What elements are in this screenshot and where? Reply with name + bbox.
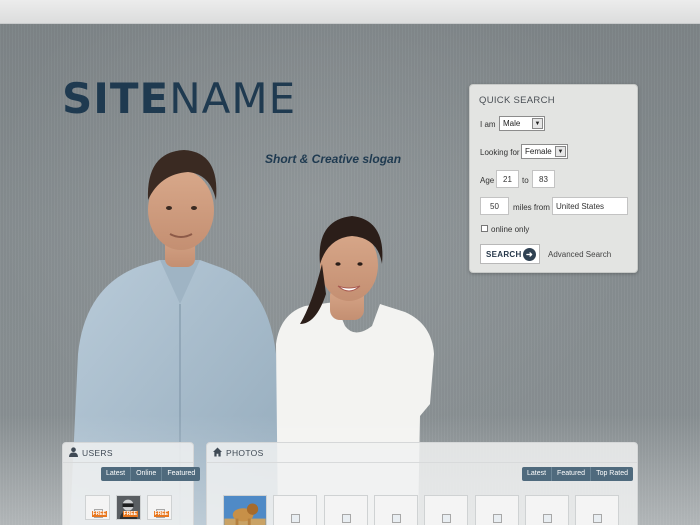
users-panel-header: USERS	[63, 443, 193, 463]
i-am-label: I am	[480, 120, 496, 129]
broken-image-icon	[442, 513, 451, 523]
photo-thumbnail[interactable]	[223, 495, 267, 525]
photos-panel: PHOTOS Latest Featured Top Rated	[206, 442, 638, 525]
broken-image-icon	[342, 513, 351, 523]
users-tab-online[interactable]: Online	[131, 467, 163, 481]
location-input[interactable]: United States	[552, 197, 628, 215]
age-from-input[interactable]: 21	[496, 170, 519, 188]
age-to-input[interactable]: 83	[532, 170, 555, 188]
broken-image-icon	[392, 513, 401, 523]
photos-panel-title: PHOTOS	[226, 448, 264, 458]
broken-image-icon	[593, 513, 602, 523]
quick-search-panel: QUICK SEARCH I am Male ▼ Looking for Fem…	[469, 84, 638, 273]
users-panel-title: USERS	[82, 448, 113, 458]
i-am-select[interactable]: Male ▼	[499, 116, 545, 131]
photo-thumbnail[interactable]	[324, 495, 368, 525]
dropdown-arrow-icon: ▼	[532, 118, 543, 129]
users-tab-featured[interactable]: Featured	[162, 467, 201, 481]
user-thumbnail[interactable]: FREE	[85, 495, 110, 520]
looking-for-label: Looking for	[480, 148, 520, 157]
photos-tabs: Latest Featured Top Rated	[521, 467, 633, 481]
user-icon	[69, 447, 78, 457]
photo-thumbnail[interactable]	[525, 495, 569, 525]
arrow-right-icon: ➜	[523, 248, 536, 261]
site-slogan: Short & Creative slogan	[265, 152, 402, 166]
age-to-label: to	[522, 176, 529, 185]
photos-tab-featured[interactable]: Featured	[552, 467, 592, 481]
photos-panel-header: PHOTOS	[207, 443, 637, 463]
advanced-search-link[interactable]: Advanced Search	[548, 250, 611, 259]
i-am-value: Male	[503, 119, 521, 128]
logo-light-part: NAME	[169, 74, 297, 123]
free-badge: FREE	[91, 511, 107, 517]
search-button[interactable]: SEARCH ➜	[480, 244, 540, 264]
users-panel: USERS Latest Online Featured FREE FREE F…	[62, 442, 201, 525]
online-only-label: online only	[491, 225, 530, 234]
photo-thumbnail[interactable]	[575, 495, 619, 525]
photos-tab-top-rated[interactable]: Top Rated	[591, 467, 633, 481]
broken-image-icon	[543, 513, 552, 523]
broken-image-icon	[493, 513, 502, 523]
dropdown-arrow-icon: ▼	[555, 146, 566, 157]
miles-from-label: miles from	[513, 203, 550, 212]
search-button-label: SEARCH	[486, 250, 522, 259]
site-logo[interactable]: SITENAME	[62, 78, 296, 120]
quick-search-title: QUICK SEARCH	[479, 95, 555, 106]
lion-photo	[224, 496, 266, 525]
age-label: Age	[480, 176, 495, 185]
free-badge: FREE	[153, 511, 169, 517]
users-tabs: Latest Online Featured	[101, 467, 201, 481]
users-tab-latest[interactable]: Latest	[101, 467, 132, 481]
broken-image-icon	[291, 513, 300, 523]
looking-for-select[interactable]: Female ▼	[521, 144, 568, 159]
photos-tab-latest[interactable]: Latest	[521, 467, 553, 481]
logo-bold-part: SITE	[62, 74, 170, 123]
photo-thumbnail[interactable]	[374, 495, 418, 525]
home-icon	[213, 447, 222, 457]
free-badge: FREE	[122, 511, 138, 517]
browser-top-bar	[0, 0, 700, 24]
looking-for-value: Female	[525, 147, 552, 156]
photo-thumbnail[interactable]	[273, 495, 317, 525]
photo-thumbnail[interactable]	[424, 495, 468, 525]
hero-banner: SITENAME Short & Creative slogan QUICK S…	[0, 24, 700, 525]
miles-input[interactable]: 50	[480, 197, 509, 215]
user-thumbnail[interactable]: FREE	[147, 495, 172, 520]
user-thumbnail[interactable]: FREE	[116, 495, 141, 520]
online-only-checkbox[interactable]	[481, 225, 488, 232]
photo-thumbnail[interactable]	[475, 495, 519, 525]
